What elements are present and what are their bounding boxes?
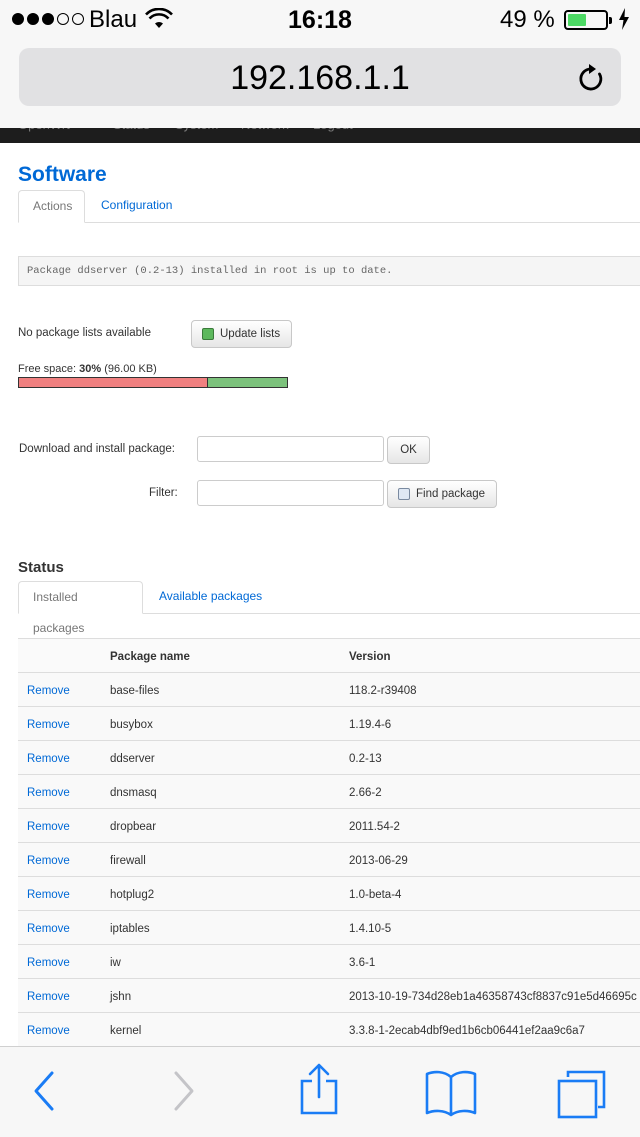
forward-icon[interactable] <box>170 1069 198 1113</box>
table-row: Remove kernel 3.3.8-1-2ecab4dbf9ed1b6cb064… <box>18 1012 640 1047</box>
table-row: Remove hotplug2 1.0-beta-4 <box>18 876 640 911</box>
free-space-value: 30% <box>79 363 102 375</box>
column-package-name: Package name <box>110 651 190 663</box>
package-name: hotplug2 <box>110 889 155 901</box>
browser-toolbar <box>0 1046 640 1137</box>
tab-installed-packages[interactable]: Installed packages <box>18 581 143 635</box>
status-tabs: Installed packages Available packages <box>18 581 640 635</box>
table-row: Remove firewall 2013-06-29 <box>18 842 640 877</box>
package-version: 2.66-2 <box>349 787 382 799</box>
openwrt-top-nav: OpenWrtStatusSystemNetworkLogout <box>0 128 640 143</box>
download-package-input[interactable] <box>197 436 384 462</box>
remove-link[interactable]: Remove <box>27 923 70 935</box>
package-version: 2011.54-2 <box>349 821 400 833</box>
address-bar[interactable]: 192.168.1.1 <box>19 48 621 106</box>
bookmarks-icon[interactable] <box>424 1069 478 1117</box>
remove-link[interactable]: Remove <box>27 855 70 867</box>
tab-available-packages[interactable]: Available packages <box>145 581 276 612</box>
url-text[interactable]: 192.168.1.1 <box>19 59 621 98</box>
remove-link[interactable]: Remove <box>27 1025 70 1037</box>
charging-icon <box>619 8 629 30</box>
table-row: Remove dropbear 2011.54-2 <box>18 808 640 843</box>
package-version: 3.6-1 <box>349 957 376 969</box>
filter-label: Filter: <box>149 487 178 499</box>
software-tabs: Actions Configuration <box>18 190 640 223</box>
remove-link[interactable]: Remove <box>27 991 70 1003</box>
page-title: Software <box>18 163 107 186</box>
back-icon[interactable] <box>30 1069 58 1113</box>
table-row: Remove base-files 118.2-r39408 <box>18 672 640 707</box>
package-version: 2013-06-29 <box>349 855 408 867</box>
remove-link[interactable]: Remove <box>27 719 70 731</box>
package-name: ddserver <box>110 753 155 765</box>
package-version: 2013-10-19-734d28eb1a46358743cf8837c91e5… <box>349 991 637 1003</box>
browser-address-area: 192.168.1.1 <box>0 40 640 128</box>
free-space-label: Free space: 30% (96.00 KB) <box>18 363 157 375</box>
status-message: Package ddserver (0.2-13) installed in r… <box>18 256 640 286</box>
find-package-label: Find package <box>416 488 486 500</box>
ok-button[interactable]: OK <box>387 436 430 464</box>
package-version: 1.0-beta-4 <box>349 889 402 901</box>
update-lists-label: Update lists <box>220 328 281 340</box>
remove-link[interactable]: Remove <box>27 889 70 901</box>
package-name: kernel <box>110 1025 142 1037</box>
battery-percent: 49 % <box>500 6 555 33</box>
package-name: firewall <box>110 855 146 867</box>
search-icon <box>398 487 410 500</box>
update-lists-button[interactable]: Update lists <box>191 320 292 348</box>
status-heading: Status <box>18 559 64 576</box>
package-version: 1.4.10-5 <box>349 923 392 935</box>
column-version: Version <box>349 651 391 663</box>
package-name: jshn <box>110 991 132 1003</box>
remove-link[interactable]: Remove <box>27 957 70 969</box>
remove-link[interactable]: Remove <box>27 685 70 697</box>
remove-link[interactable]: Remove <box>27 753 70 765</box>
package-name: iw <box>110 957 121 969</box>
package-name: base-files <box>110 685 160 697</box>
share-icon[interactable] <box>298 1063 340 1117</box>
used-space-fill <box>19 378 208 387</box>
table-row: Remove busybox 1.19.4-6 <box>18 706 640 741</box>
package-version: 0.2-13 <box>349 753 382 765</box>
remove-link[interactable]: Remove <box>27 821 70 833</box>
table-row: Remove ddserver 0.2-13 <box>18 740 640 775</box>
table-row: Remove jshn 2013-10-19-734d28eb1a46358743c… <box>18 978 640 1013</box>
remove-link[interactable]: Remove <box>27 787 70 799</box>
package-version: 1.19.4-6 <box>349 719 392 731</box>
battery-icon <box>564 10 612 30</box>
no-package-lists-label: No package lists available <box>18 327 151 339</box>
package-name: dnsmasq <box>110 787 157 799</box>
package-name: busybox <box>110 719 153 731</box>
find-package-button[interactable]: Find package <box>387 480 497 508</box>
filter-input[interactable] <box>197 480 384 506</box>
table-header: Package name Version <box>18 638 640 673</box>
tabs-icon[interactable] <box>556 1069 608 1119</box>
tab-actions[interactable]: Actions <box>18 190 85 223</box>
download-label: Download and install package: <box>19 443 175 455</box>
update-icon <box>202 327 214 340</box>
package-name: dropbear <box>110 821 157 833</box>
table-row: Remove iw 3.6-1 <box>18 944 640 979</box>
free-space-size: (96.00 KB) <box>104 363 157 375</box>
free-space-bar <box>18 377 288 388</box>
package-name: iptables <box>110 923 150 935</box>
table-row: Remove iptables 1.4.10-5 <box>18 910 640 945</box>
reload-icon[interactable] <box>577 63 605 93</box>
package-version: 3.3.8-1-2ecab4dbf9ed1b6cb06441ef2aa9c6a7 <box>349 1025 585 1037</box>
table-row: Remove dnsmasq 2.66-2 <box>18 774 640 809</box>
status-bar: Blau 16:18 49 % <box>0 0 640 40</box>
package-version: 118.2-r39408 <box>349 685 417 697</box>
tab-configuration[interactable]: Configuration <box>87 190 186 221</box>
